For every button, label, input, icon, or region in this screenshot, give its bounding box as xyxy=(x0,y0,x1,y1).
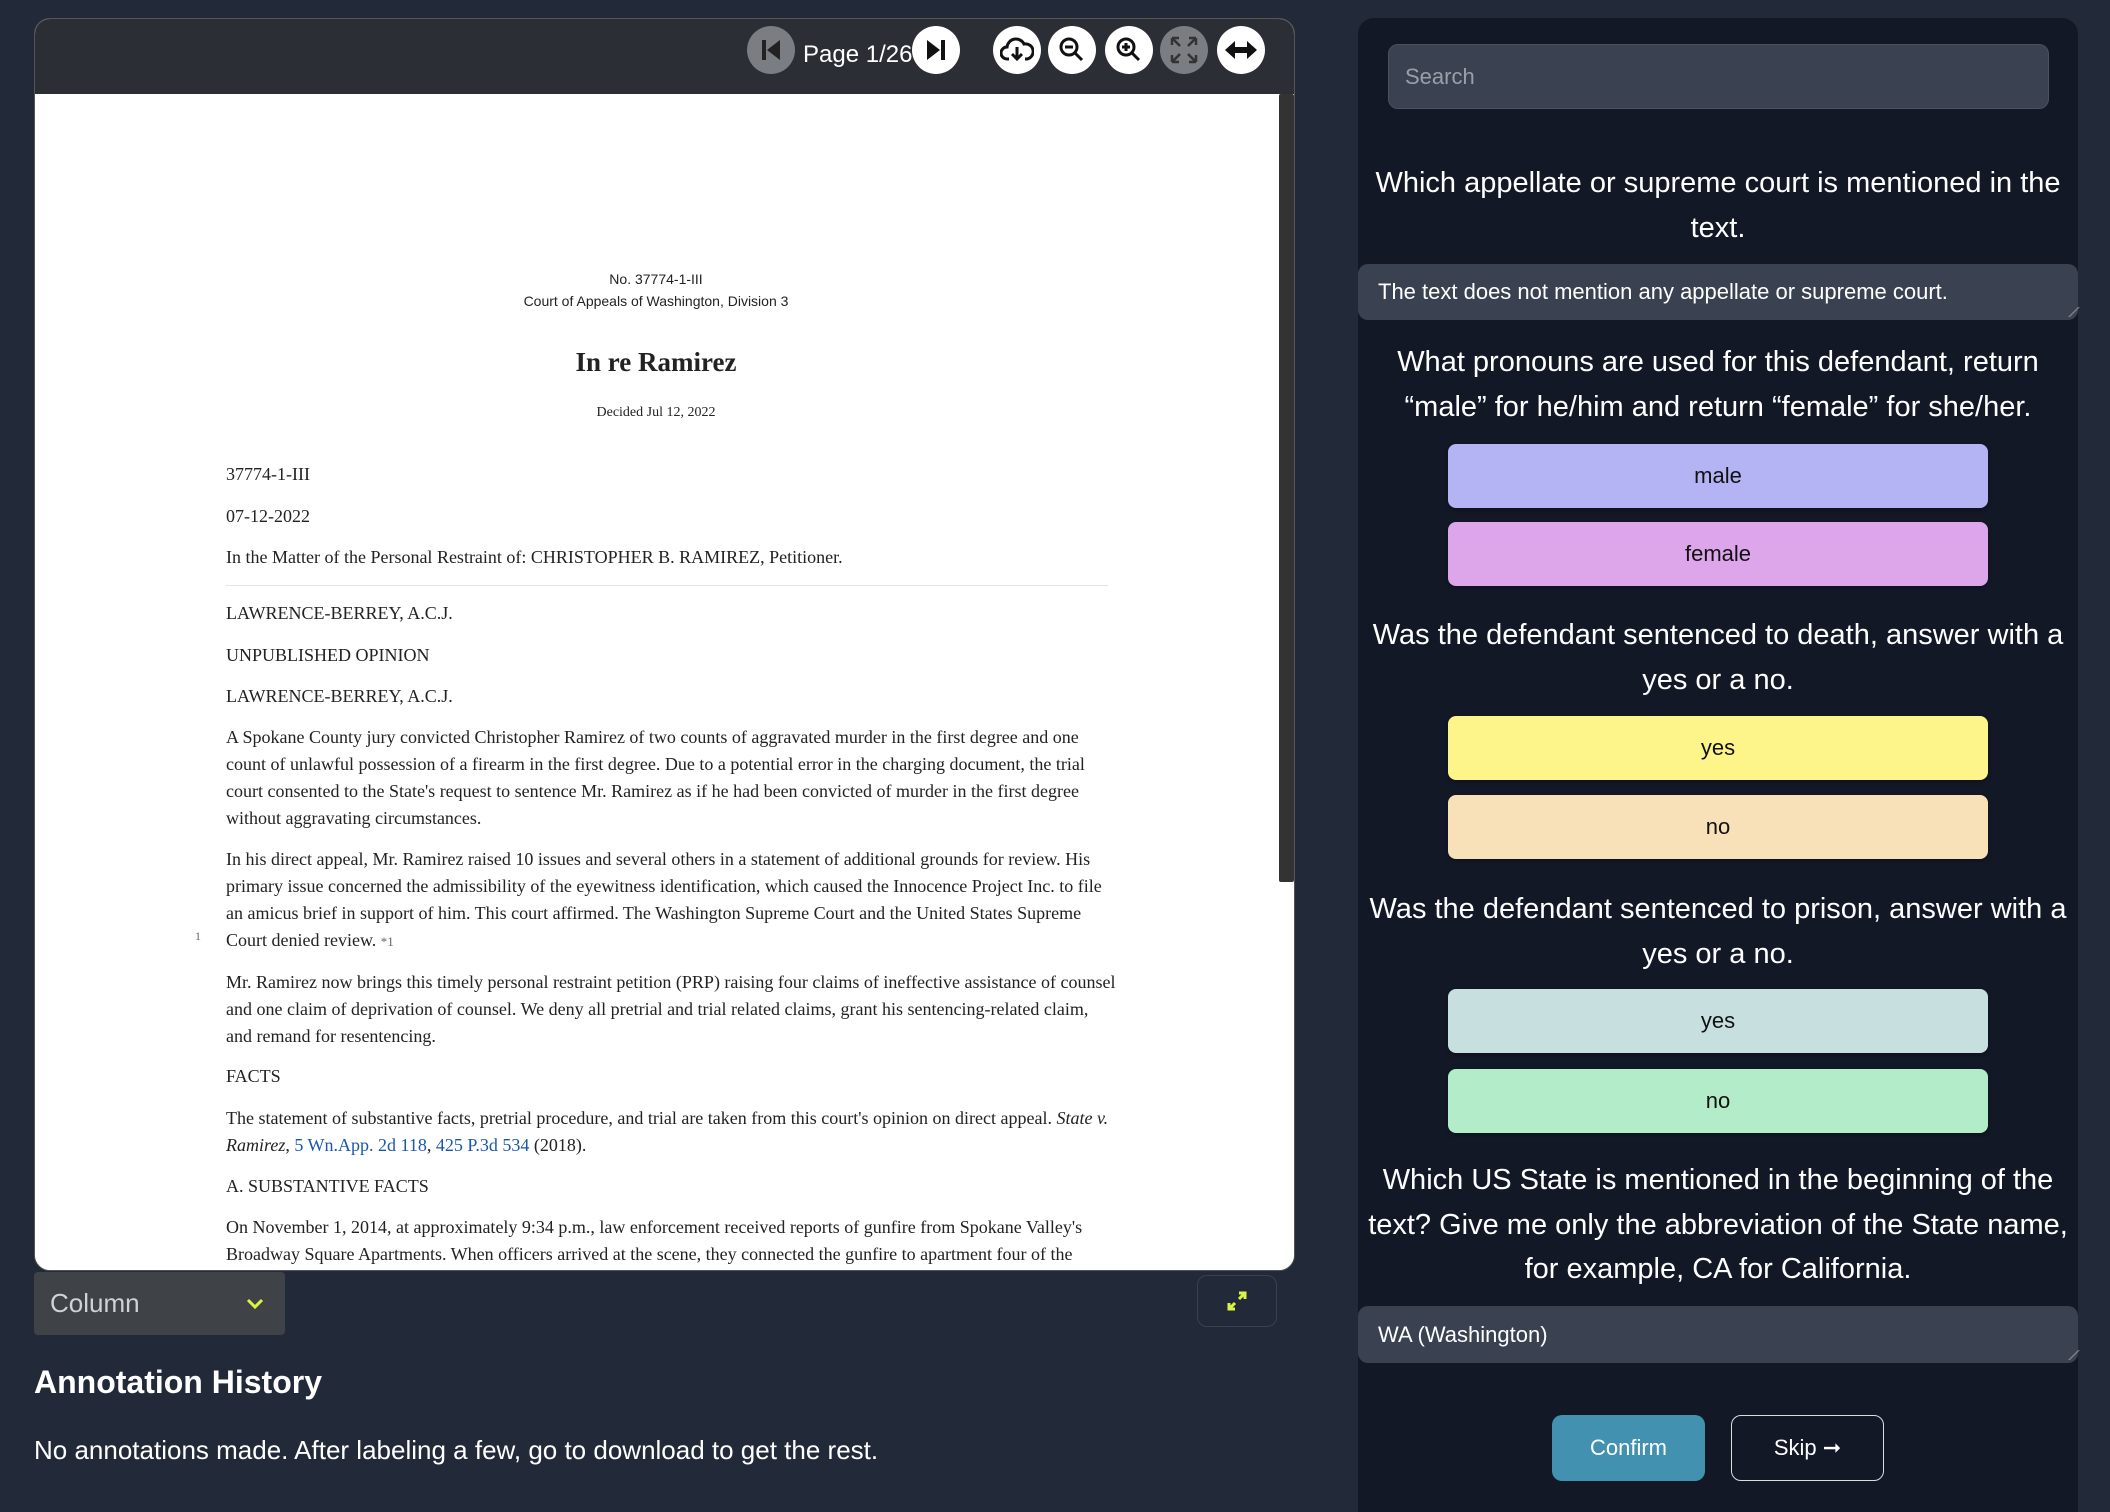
text: The statement of substantive facts, pret… xyxy=(226,1108,1057,1128)
zoom-out-button[interactable] xyxy=(1048,26,1096,74)
option-prison-no[interactable]: no xyxy=(1448,1069,1988,1133)
expand-button[interactable] xyxy=(1197,1275,1277,1327)
question-state: Which US State is mentioned in the begin… xyxy=(1368,1164,2068,1285)
opinion-type: UNPUBLISHED OPINION xyxy=(226,645,430,665)
option-female[interactable]: female xyxy=(1448,522,1988,586)
answer-state-field[interactable]: WA (Washington) xyxy=(1358,1306,2078,1363)
option-male[interactable]: male xyxy=(1448,444,1988,508)
paragraph: The statement of substantive facts, pret… xyxy=(226,1105,1116,1159)
zoom-out-icon xyxy=(1059,37,1084,62)
subheading: A. SUBSTANTIVE FACTS xyxy=(226,1176,429,1196)
expand-icon xyxy=(1227,1291,1247,1311)
text: , xyxy=(285,1135,295,1155)
chevron-down-icon xyxy=(246,1298,264,1309)
citation-link[interactable]: 5 Wn.App. 2d 118 xyxy=(294,1135,427,1155)
text: , xyxy=(426,1135,436,1155)
scrollbar-thumb[interactable] xyxy=(1279,94,1294,882)
citation-link[interactable]: 425 P.3d 534 xyxy=(436,1135,530,1155)
annotation-history-title: Annotation History xyxy=(34,1364,322,1400)
fit-width-icon xyxy=(1225,41,1257,59)
paragraph: A Spokane County jury convicted Christop… xyxy=(226,727,1085,828)
first-page-icon xyxy=(762,40,780,60)
court-name: Court of Appeals of Washington, Division… xyxy=(523,293,789,309)
cloud-download-icon xyxy=(1000,37,1034,62)
option-death-no[interactable]: no xyxy=(1448,795,1988,859)
search-input[interactable] xyxy=(1388,44,2049,109)
annotation-panel: Which appellate or supreme court is ment… xyxy=(1358,18,2078,1512)
document-viewer: Page 1/26 No. 37774-1-III Court of Appea… xyxy=(34,18,1295,1271)
annotation-history-empty: No annotations made. After labeling a fe… xyxy=(34,1435,879,1465)
option-death-yes[interactable]: yes xyxy=(1448,716,1988,780)
confirm-button[interactable]: Confirm xyxy=(1552,1415,1705,1481)
fit-width-button[interactable] xyxy=(1217,26,1265,74)
question-prison: Was the defendant sentenced to prison, a… xyxy=(1369,893,2067,970)
option-prison-yes[interactable]: yes xyxy=(1448,989,1988,1053)
next-page-button[interactable] xyxy=(912,26,960,74)
layout-select[interactable]: Column xyxy=(34,1272,285,1335)
footnote-marker[interactable]: *1 xyxy=(381,934,394,949)
document-page: No. 37774-1-III Court of Appeals of Wash… xyxy=(35,94,1277,1270)
question-death: Was the defendant sentenced to death, an… xyxy=(1372,619,2064,696)
matter-line: In the Matter of the Personal Restraint … xyxy=(226,547,843,567)
case-number: No. 37774-1-III xyxy=(609,271,703,287)
fit-screen-button[interactable] xyxy=(1160,26,1208,74)
decided-date: Decided Jul 12, 2022 xyxy=(596,405,716,420)
skip-button[interactable]: Skip ➞ xyxy=(1731,1415,1884,1481)
text: (2018). xyxy=(529,1135,587,1155)
section-heading: FACTS xyxy=(226,1066,281,1086)
paragraph: On November 1, 2014, at approximately 9:… xyxy=(226,1217,1083,1264)
page-indicator: Page 1/26 xyxy=(803,41,913,68)
layout-select-value: Column xyxy=(50,1288,140,1318)
zoom-in-button[interactable] xyxy=(1105,26,1153,74)
filing-date: 07-12-2022 xyxy=(226,506,310,526)
case-title: In re Ramirez xyxy=(575,347,737,377)
first-page-button[interactable] xyxy=(747,26,795,74)
question-pronouns: What pronouns are used for this defendan… xyxy=(1397,346,2039,423)
zoom-in-icon xyxy=(1116,37,1141,62)
judge-line: LAWRENCE-BERREY, A.C.J. xyxy=(226,686,453,706)
paragraph: In his direct appeal, Mr. Ramirez raised… xyxy=(226,846,1116,955)
margin-page-number: 1 xyxy=(195,929,201,943)
download-button[interactable] xyxy=(993,26,1041,74)
fit-screen-icon xyxy=(1170,36,1198,64)
paragraph-text: In his direct appeal, Mr. Ramirez raised… xyxy=(226,849,1102,950)
answer-court-field[interactable]: The text does not mention any appellate … xyxy=(1358,264,2078,320)
question-court: Which appellate or supreme court is ment… xyxy=(1375,167,2061,244)
next-page-icon xyxy=(927,40,945,60)
judge-line: LAWRENCE-BERREY, A.C.J. xyxy=(226,603,453,623)
divider xyxy=(226,585,1108,586)
docket-number: 37774-1-III xyxy=(226,464,310,484)
paragraph: Mr. Ramirez now brings this timely perso… xyxy=(226,972,1116,1046)
viewer-toolbar: Page 1/26 xyxy=(35,19,1294,94)
